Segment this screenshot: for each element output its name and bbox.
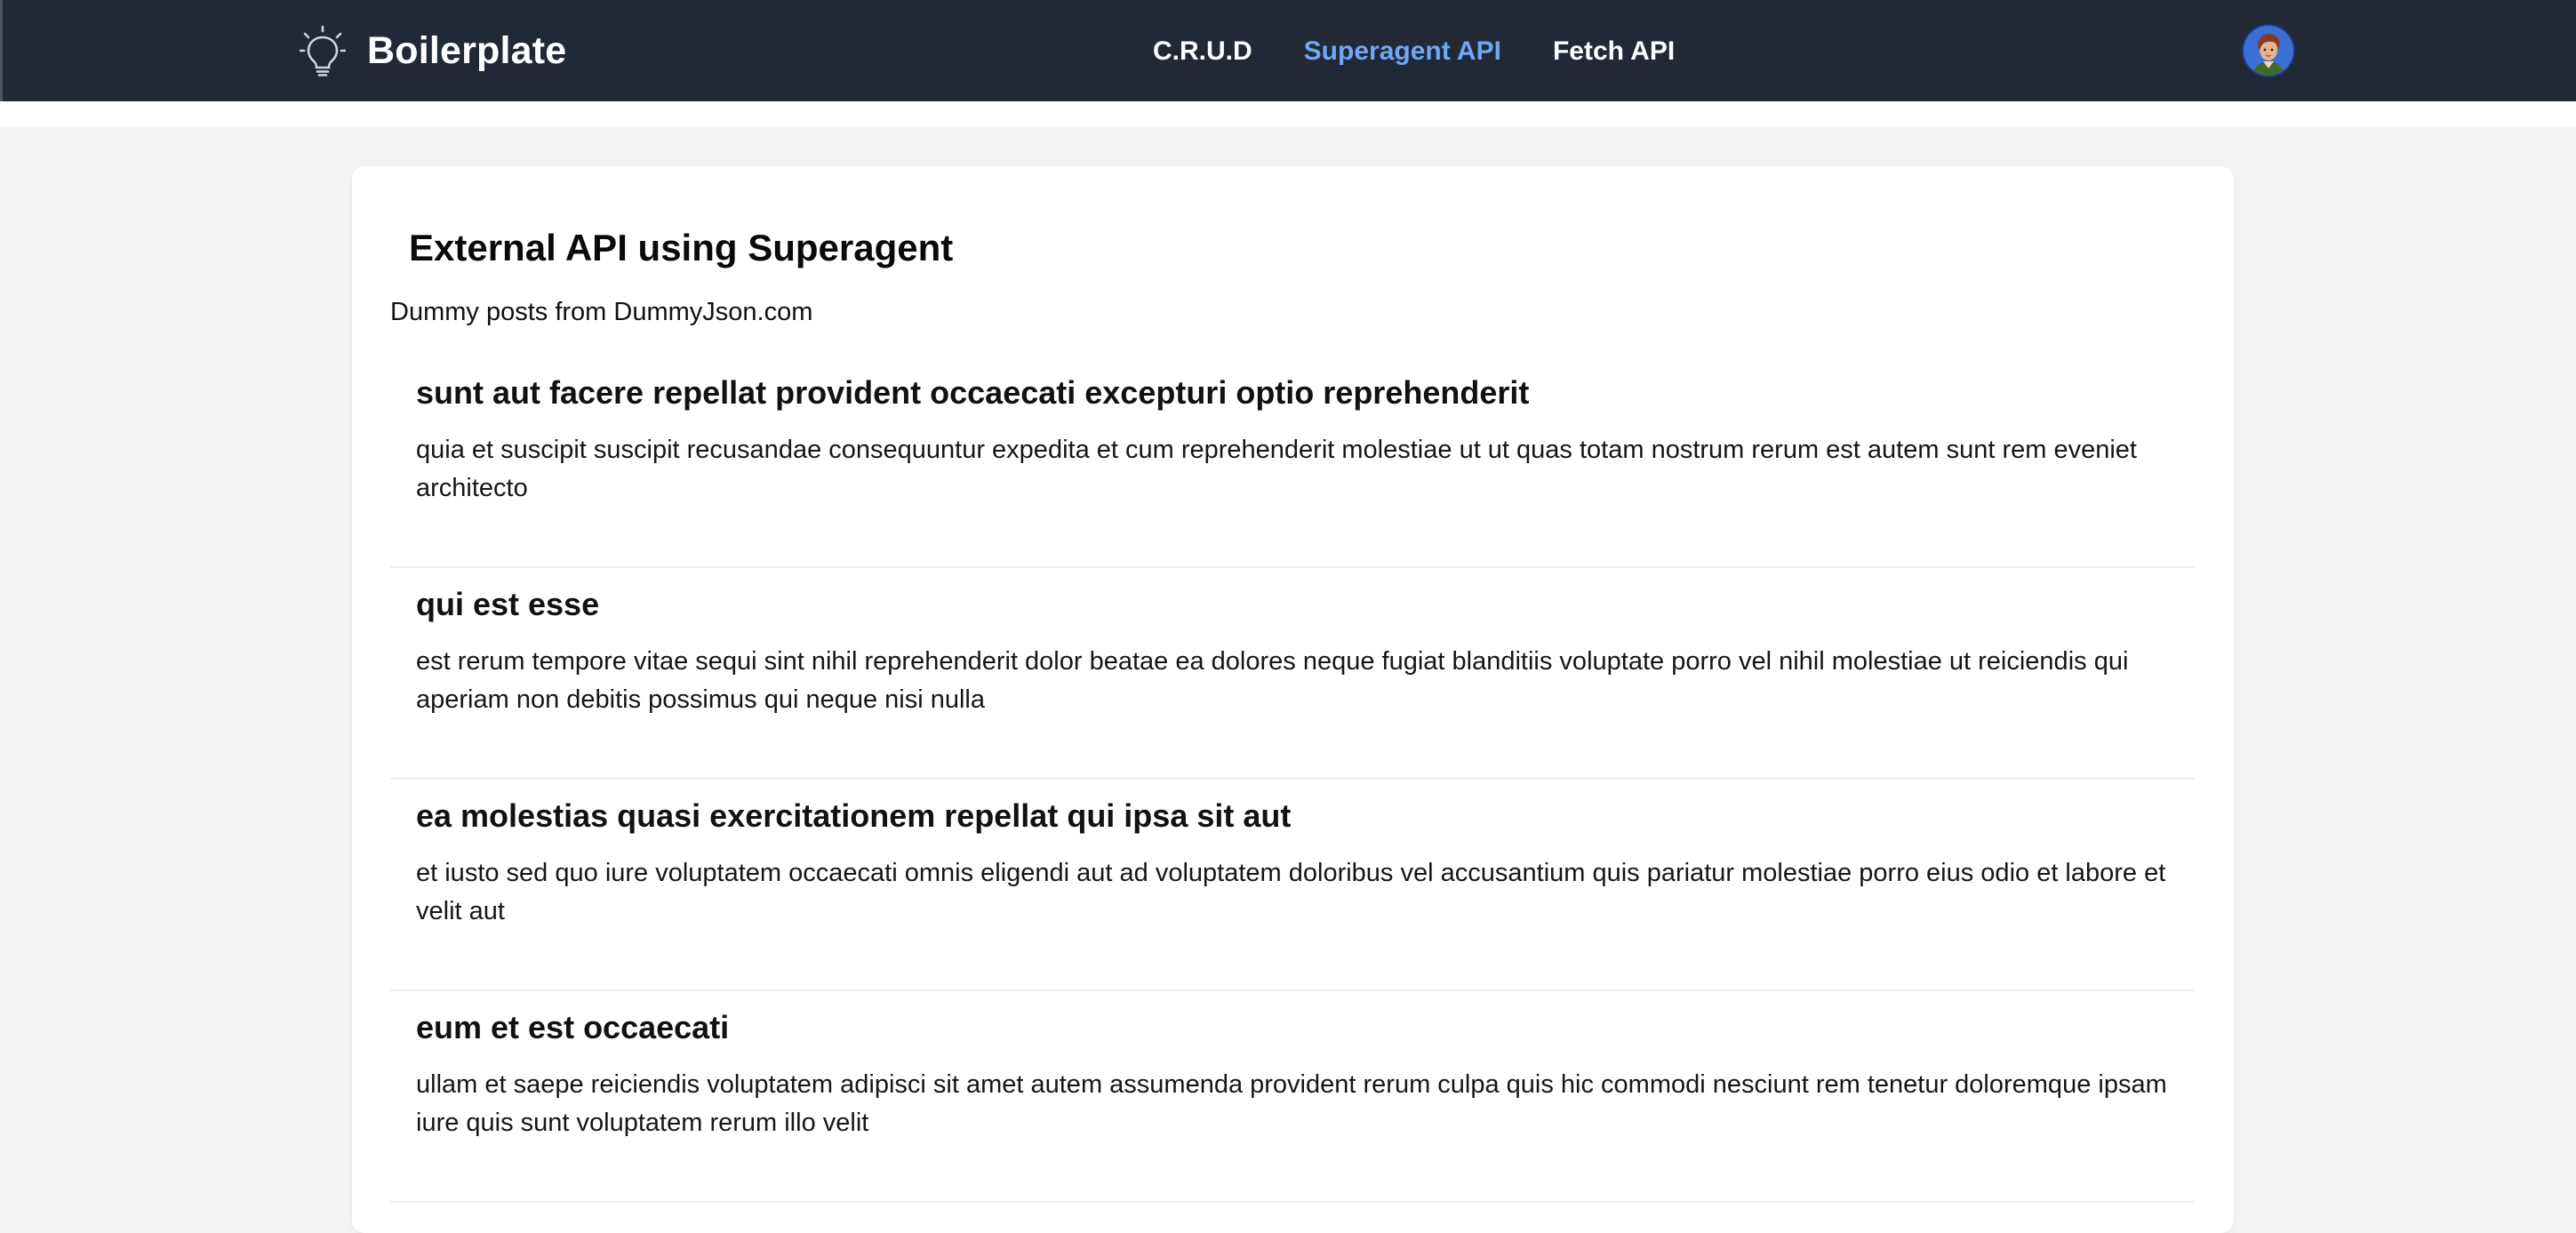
post-title: qui est esse bbox=[416, 586, 600, 622]
post-body: ullam et saepe reiciendis voluptatem adi… bbox=[416, 1070, 2167, 1137]
nav-link-superagent-api[interactable]: Superagent API bbox=[1304, 36, 1501, 67]
lightbulb-icon bbox=[299, 25, 347, 76]
top-navbar: Boilerplate C.R.U.D Superagent API Fetch… bbox=[0, 0, 2576, 101]
post-item: eum et est occaecati ullam et saepe reic… bbox=[390, 991, 2195, 1203]
main-nav: C.R.U.D Superagent API Fetch API bbox=[1153, 34, 1675, 69]
post-body: et iusto sed quo iure voluptatem occaeca… bbox=[416, 859, 2166, 925]
avatar-image bbox=[2244, 26, 2293, 76]
user-avatar[interactable] bbox=[2244, 26, 2293, 76]
nav-link-fetch-api[interactable]: Fetch API bbox=[1553, 36, 1675, 67]
brand-logo[interactable]: Boilerplate bbox=[299, 25, 567, 76]
brand-name: Boilerplate bbox=[367, 28, 567, 72]
post-title: eum et est occaecati bbox=[416, 1009, 730, 1045]
page-title: External API using Superagent bbox=[409, 227, 954, 268]
header-spacer bbox=[0, 101, 2576, 127]
posts-list: sunt aut facere repellat provident occae… bbox=[390, 356, 2195, 1203]
nav-link-crud[interactable]: C.R.U.D bbox=[1153, 36, 1252, 67]
post-item: sunt aut facere repellat provident occae… bbox=[390, 356, 2195, 568]
post-item: qui est esse est rerum tempore vitae seq… bbox=[390, 568, 2195, 780]
post-title: ea molestias quasi exercitationem repell… bbox=[416, 797, 1292, 834]
posts-card: External API using Superagent Dummy post… bbox=[352, 166, 2234, 1233]
post-item: ea molestias quasi exercitationem repell… bbox=[390, 780, 2195, 991]
page-subtitle: Dummy posts from DummyJson.com bbox=[390, 298, 813, 326]
post-body: quia et suscipit suscipit recusandae con… bbox=[416, 436, 2137, 502]
post-body: est rerum tempore vitae sequi sint nihil… bbox=[416, 647, 2129, 714]
post-title: sunt aut facere repellat provident occae… bbox=[416, 374, 1530, 411]
